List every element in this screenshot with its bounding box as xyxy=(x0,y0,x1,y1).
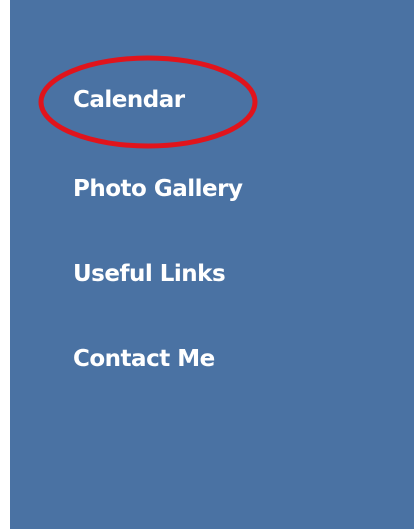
nav-link-photo-gallery[interactable]: Photo Gallery xyxy=(73,174,243,204)
nav-link-contact-me[interactable]: Contact Me xyxy=(73,344,215,374)
highlight-ellipse xyxy=(38,55,258,149)
nav-link-useful-links[interactable]: Useful Links xyxy=(73,259,226,289)
